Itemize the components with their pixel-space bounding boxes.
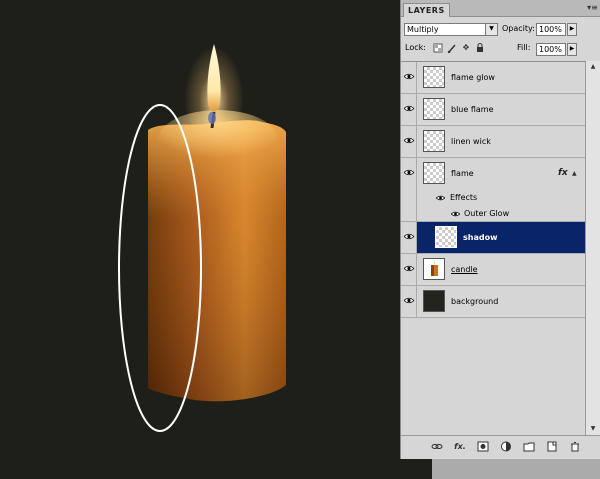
- candle-artwork: [118, 35, 286, 432]
- add-mask-icon[interactable]: [477, 441, 489, 452]
- fill-label: Fill:: [517, 43, 531, 52]
- trash-icon[interactable]: [569, 441, 581, 452]
- opacity-label: Opacity:: [502, 24, 535, 33]
- eye-icon: [404, 297, 414, 304]
- layers-panel: LAYERS ▾≡ Multiply ▼ Opacity: 100% ▶ Loc…: [400, 0, 600, 459]
- layer-row-flame[interactable]: flame fx ▲: [401, 158, 585, 190]
- visibility-toggle[interactable]: [401, 222, 417, 253]
- adjustment-layer-icon[interactable]: [500, 441, 512, 452]
- lock-position-icon[interactable]: ✥: [461, 43, 471, 53]
- layer-name: background: [451, 297, 499, 306]
- layer-thumbnail: [435, 226, 457, 248]
- eye-icon[interactable]: [451, 211, 460, 217]
- layers-scrollbar[interactable]: ▲ ▼: [585, 61, 600, 435]
- layer-thumbnail: [423, 98, 445, 120]
- visibility-toggle[interactable]: [401, 254, 417, 285]
- visibility-toggle[interactable]: [401, 126, 417, 157]
- eye-icon: [404, 73, 414, 80]
- collapse-effects-icon[interactable]: ▲: [572, 168, 577, 180]
- layer-row-linen-wick[interactable]: linen wick: [401, 126, 585, 158]
- panel-menu-icon[interactable]: ▾≡: [587, 3, 598, 13]
- layer-name: blue flame: [451, 105, 494, 114]
- layer-thumbnail: [423, 66, 445, 88]
- scroll-down-icon[interactable]: ▼: [586, 423, 600, 435]
- eye-icon[interactable]: [436, 195, 445, 201]
- eye-icon: [404, 265, 414, 272]
- layer-name: shadow: [463, 233, 498, 242]
- document-canvas[interactable]: [0, 0, 398, 479]
- layer-thumbnail: [423, 130, 445, 152]
- lock-all-icon[interactable]: [475, 43, 485, 53]
- visibility-toggle[interactable]: [401, 158, 417, 190]
- layers-list: flame glow blue flame linen wick flame f…: [401, 61, 585, 435]
- fx-icon[interactable]: fx.: [454, 441, 466, 452]
- eye-icon: [404, 169, 414, 176]
- chevron-down-icon[interactable]: ▼: [485, 23, 498, 36]
- layer-row-flame-glow[interactable]: flame glow: [401, 62, 585, 94]
- blend-mode-select[interactable]: Multiply: [404, 23, 498, 36]
- fx-badge[interactable]: fx: [558, 168, 568, 178]
- layer-row-shadow[interactable]: shadow: [401, 222, 585, 254]
- new-group-icon[interactable]: [523, 441, 535, 452]
- layer-row-background[interactable]: background: [401, 286, 585, 318]
- effect-outer-glow-row[interactable]: Outer Glow: [401, 206, 585, 222]
- lock-image-pixels-icon[interactable]: [447, 43, 457, 54]
- layer-row-candle[interactable]: candle: [401, 254, 585, 286]
- visibility-toggle[interactable]: [401, 286, 417, 317]
- panel-footer: fx.: [401, 435, 600, 457]
- lock-transparent-pixels-icon[interactable]: [433, 43, 443, 53]
- visibility-toggle[interactable]: [401, 62, 417, 93]
- bottom-strip: [432, 459, 600, 479]
- layer-thumbnail: [423, 162, 445, 184]
- layer-name: linen wick: [451, 137, 491, 146]
- opacity-field[interactable]: 100%: [536, 23, 566, 36]
- visibility-toggle[interactable]: [401, 94, 417, 125]
- eye-icon: [404, 105, 414, 112]
- effect-outer-glow-label: Outer Glow: [464, 209, 510, 218]
- eye-icon: [404, 137, 414, 144]
- layer-thumbnail: [423, 290, 445, 312]
- panel-tabbar: LAYERS ▾≡: [401, 0, 600, 17]
- scroll-up-icon[interactable]: ▲: [586, 61, 600, 73]
- effects-row[interactable]: Effects: [401, 190, 585, 206]
- layer-thumbnail: [423, 258, 445, 280]
- layer-name: candle: [451, 265, 478, 274]
- tab-layers[interactable]: LAYERS: [403, 3, 450, 17]
- layer-name: flame: [451, 169, 474, 178]
- effects-label: Effects: [450, 193, 478, 202]
- eye-icon: [404, 233, 414, 240]
- fill-slider-arrow-icon[interactable]: ▶: [567, 43, 577, 56]
- layer-row-blue-flame[interactable]: blue flame: [401, 94, 585, 126]
- new-layer-icon[interactable]: [546, 441, 558, 452]
- lock-label: Lock:: [405, 43, 426, 52]
- fill-field[interactable]: 100%: [536, 43, 566, 56]
- blue-flame: [208, 112, 216, 124]
- link-layers-icon[interactable]: [431, 441, 443, 452]
- layer-name: flame glow: [451, 73, 495, 82]
- opacity-slider-arrow-icon[interactable]: ▶: [567, 23, 577, 36]
